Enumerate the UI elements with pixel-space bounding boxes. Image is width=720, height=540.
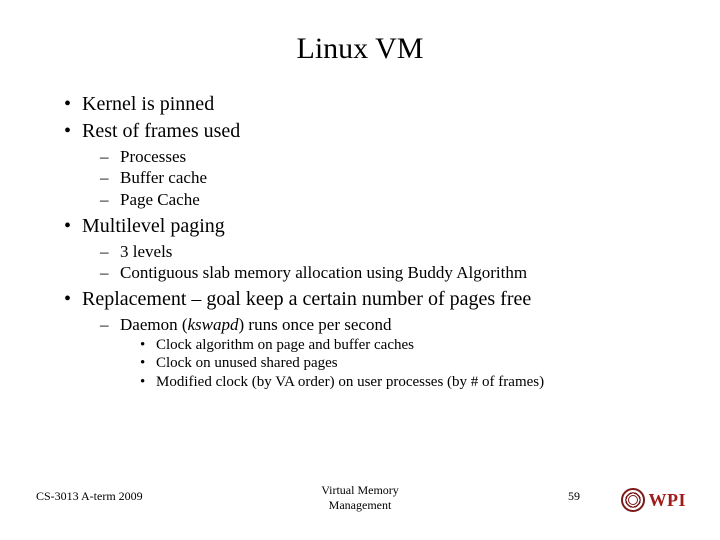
bullet-icon: • <box>64 287 71 312</box>
bullet-text-post: ) runs once per second <box>239 315 392 334</box>
bullet-text: Processes <box>120 147 186 166</box>
dash-icon: – <box>100 189 109 210</box>
bullet-icon: • <box>64 214 71 239</box>
bullet-l2: –Daemon (kswapd) runs once per second <box>36 314 684 335</box>
bullet-l3: • Clock on unused shared pages <box>36 354 684 373</box>
bullet-l1: • Replacement – goal keep a certain numbe… <box>36 287 684 312</box>
bullet-icon: • <box>64 92 71 117</box>
bullet-l2: –Buffer cache <box>36 167 684 188</box>
bullet-l2: –Processes <box>36 146 684 167</box>
footer-title: Virtual Memory Management <box>0 483 720 512</box>
footer-page-number: 59 <box>568 489 580 504</box>
bullet-text: Replacement – goal keep a certain number… <box>82 288 531 310</box>
slide-title: Linux VM <box>36 32 684 66</box>
bullet-icon: • <box>140 373 145 392</box>
bullet-l1: • Kernel is pinned <box>36 92 684 117</box>
bullet-text: Page Cache <box>120 190 200 209</box>
bullet-l2: –3 levels <box>36 241 684 262</box>
bullet-l3: • Clock algorithm on page and buffer cach… <box>36 336 684 355</box>
dash-icon: – <box>100 167 109 188</box>
bullet-l1: • Multilevel paging <box>36 214 684 239</box>
bullet-text: Multilevel paging <box>82 215 225 237</box>
dash-icon: – <box>100 241 109 262</box>
bullet-text: Contiguous slab memory allocation using … <box>120 263 527 282</box>
bullet-text: Modified clock (by VA order) on user pro… <box>156 374 544 390</box>
bullet-l2: –Contiguous slab memory allocation using… <box>36 262 684 283</box>
wpi-wordmark: WPI <box>649 490 687 511</box>
bullet-icon: • <box>64 119 71 144</box>
bullet-l2: –Page Cache <box>36 189 684 210</box>
bullet-l1: • Rest of frames used <box>36 119 684 144</box>
wpi-logo: WPI <box>621 488 687 512</box>
bullet-l3: • Modified clock (by VA order) on user pr… <box>36 373 684 392</box>
footer-title-line1: Virtual Memory <box>321 483 399 497</box>
dash-icon: – <box>100 262 109 283</box>
bullet-text: Rest of frames used <box>82 120 240 142</box>
footer-title-line2: Management <box>329 498 392 512</box>
slide: Linux VM • Kernel is pinned • Rest of fram… <box>0 0 720 540</box>
bullet-text: Clock on unused shared pages <box>156 355 338 371</box>
bullet-text-em: kswapd <box>188 315 239 334</box>
bullet-text: 3 levels <box>120 242 172 261</box>
bullet-icon: • <box>140 336 145 355</box>
slide-body: • Kernel is pinned • Rest of frames used –… <box>36 92 684 392</box>
dash-icon: – <box>100 146 109 167</box>
bullet-icon: • <box>140 354 145 373</box>
slide-footer: CS-3013 A-term 2009 Virtual Memory Manag… <box>0 478 720 518</box>
bullet-text: Buffer cache <box>120 168 207 187</box>
bullet-text: Clock algorithm on page and buffer cache… <box>156 337 414 353</box>
bullet-text: Kernel is pinned <box>82 93 214 115</box>
dash-icon: – <box>100 314 109 335</box>
wpi-seal-icon <box>621 488 645 512</box>
bullet-text-pre: Daemon ( <box>120 315 188 334</box>
